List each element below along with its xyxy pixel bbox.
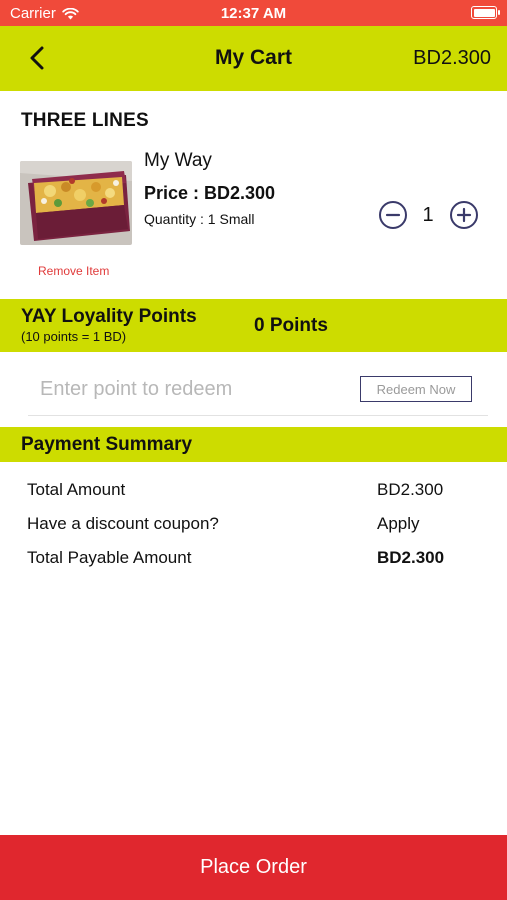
loyalty-bar: YAY Loyality Points (10 points = 1 BD) 0… — [0, 299, 507, 352]
loyalty-title: YAY Loyality Points — [21, 306, 197, 327]
total-amount-value: BD2.300 — [377, 480, 444, 499]
status-time: 12:37 AM — [220, 5, 287, 22]
redeem-now-button[interactable]: Redeem Now — [360, 376, 472, 402]
minus-circle-icon[interactable] — [378, 200, 408, 230]
item-price: Price : BD2.300 — [144, 183, 276, 203]
quantity-value: 1 — [422, 204, 434, 226]
apply-coupon-button[interactable]: Apply — [377, 514, 420, 534]
loyalty-rate: (10 points = 1 BD) — [21, 329, 127, 344]
nav-bar: My Cart BD2.300 — [0, 26, 507, 91]
divider — [28, 415, 488, 416]
coupon-label: Have a discount coupon? — [27, 514, 219, 533]
remove-item-button[interactable]: Remove Item — [38, 264, 109, 278]
redeem-points-input[interactable] — [28, 372, 338, 406]
payable-amount-label: Total Payable Amount — [27, 548, 192, 567]
payment-summary-title: Payment Summary — [21, 434, 193, 455]
item-quantity: Quantity : 1 Small — [144, 211, 255, 227]
plus-circle-icon[interactable] — [449, 200, 479, 230]
total-amount-label: Total Amount — [27, 480, 126, 499]
cart-total: BD2.300 — [413, 47, 491, 69]
payable-amount-value: BD2.300 — [377, 548, 445, 567]
item-image — [20, 161, 132, 245]
loyalty-points: 0 Points — [254, 315, 328, 336]
item-name: My Way — [144, 150, 212, 171]
status-bar: Carrier 12:37 AM — [0, 0, 507, 26]
place-order-button[interactable]: Place Order — [0, 835, 507, 900]
restaurant-name: THREE LINES — [21, 110, 149, 131]
battery-icon — [471, 6, 500, 19]
payment-summary-bar: Payment Summary — [0, 427, 507, 462]
